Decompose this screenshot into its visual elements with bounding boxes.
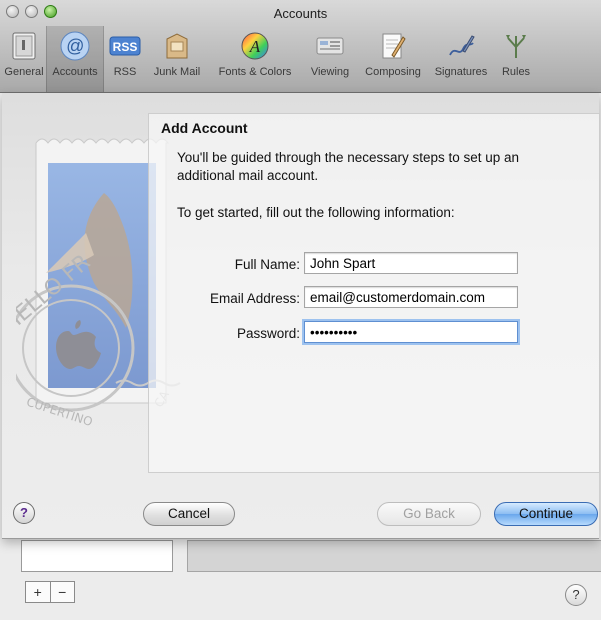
accounts-window: Accounts General @ Accounts RSS RSS Junk…: [0, 0, 601, 620]
sheet-title: Add Account: [161, 120, 248, 136]
svg-text:A: A: [249, 37, 261, 56]
instruction-text: To get started, fill out the following i…: [177, 205, 455, 220]
rss-icon: RSS: [109, 30, 141, 62]
help-button[interactable]: ?: [565, 584, 587, 606]
fonts-colors-icon: A: [239, 30, 271, 62]
account-list-controls: + −: [25, 581, 75, 603]
password-label: Password:: [236, 326, 300, 341]
email-label: Email Address:: [209, 291, 300, 306]
email-field[interactable]: [304, 286, 518, 308]
preferences-toolbar: General @ Accounts RSS RSS Junk Mail A F…: [0, 26, 601, 92]
account-detail-pane: [187, 540, 601, 572]
sheet-help-button[interactable]: ?: [13, 502, 35, 524]
toolbar-item-composing[interactable]: Composing: [358, 26, 428, 92]
full-name-field[interactable]: [304, 252, 518, 274]
general-icon: [8, 30, 40, 62]
toolbar-item-accounts[interactable]: @ Accounts: [46, 26, 104, 92]
toolbar-item-rules[interactable]: Rules: [494, 26, 538, 92]
full-name-label: Full Name:: [234, 257, 300, 272]
toolbar-item-general[interactable]: General: [2, 26, 46, 92]
svg-text:RSS: RSS: [113, 40, 138, 54]
toolbar-item-rss[interactable]: RSS RSS: [104, 26, 146, 92]
composing-icon: [377, 30, 409, 62]
remove-account-button[interactable]: −: [49, 582, 75, 602]
toolbar-item-signatures[interactable]: Signatures: [428, 26, 494, 92]
intro-text: You'll be guided through the necessary s…: [177, 150, 520, 183]
junk-mail-icon: [161, 30, 193, 62]
account-list[interactable]: [21, 540, 173, 572]
signatures-icon: [445, 30, 477, 62]
add-account-button[interactable]: +: [26, 582, 50, 602]
svg-text:@: @: [66, 36, 84, 56]
toolbar-item-junk-mail[interactable]: Junk Mail: [146, 26, 208, 92]
unified-toolbar: Accounts General @ Accounts RSS RSS Junk…: [0, 0, 601, 93]
go-back-button[interactable]: Go Back: [377, 502, 481, 526]
toolbar-item-viewing[interactable]: Viewing: [302, 26, 358, 92]
rules-icon: [500, 30, 532, 62]
accounts-icon: @: [59, 30, 91, 62]
window-title: Accounts: [273, 6, 328, 21]
password-field[interactable]: [304, 321, 518, 343]
toolbar-item-fonts-colors[interactable]: A Fonts & Colors: [208, 26, 302, 92]
viewing-icon: [314, 30, 346, 62]
continue-button[interactable]: Continue: [494, 502, 598, 526]
cancel-button[interactable]: Cancel: [143, 502, 235, 526]
